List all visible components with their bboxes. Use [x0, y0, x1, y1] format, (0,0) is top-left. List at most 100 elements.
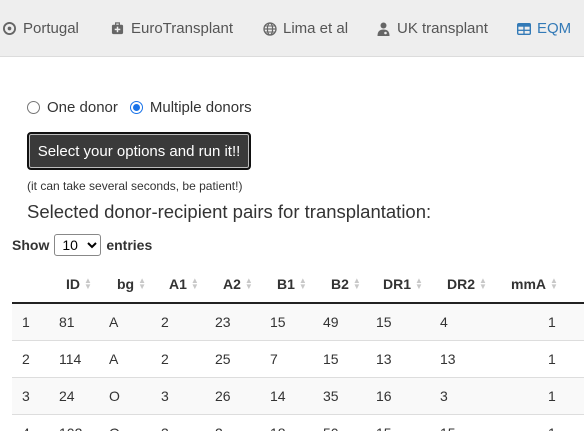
- table-row: 4 102 O 3 2 18 50 15 15 1: [12, 415, 584, 431]
- column-header-a1[interactable]: A1 ▲ ▼: [169, 276, 199, 292]
- tab-label: EuroTransplant: [131, 20, 233, 37]
- header-label: DR1: [383, 276, 412, 292]
- table-cell: 1: [22, 314, 30, 330]
- sort-icon: ▲ ▼: [479, 276, 487, 291]
- pairs-table: ID ▲ ▼ bg ▲ ▼ A1 ▲ ▼ A2 ▲ ▼ B1 ▲ ▼ B2 ▲ ▼ DR1 ▲ ▼ DR2 ▲…: [12, 266, 584, 431]
- table-icon: [516, 21, 531, 36]
- column-header-a2[interactable]: A2 ▲ ▼: [223, 276, 253, 292]
- sort-icon: ▲ ▼: [298, 276, 307, 291]
- column-header-id[interactable]: ID ▲ ▼: [66, 276, 92, 292]
- sort-icon: ▲ ▼: [190, 276, 199, 291]
- table-cell: 3: [161, 388, 169, 404]
- table-cell: 3: [440, 388, 448, 404]
- table-cell: 4: [440, 314, 448, 330]
- table-cell: 15: [270, 314, 286, 330]
- header-label: A2: [223, 276, 241, 292]
- column-header-b1[interactable]: B1 ▲ ▼: [277, 276, 307, 292]
- header-label: ID: [66, 276, 80, 292]
- table-cell: 13: [440, 351, 456, 367]
- column-header-dr2[interactable]: DR2 ▲ ▼: [447, 276, 487, 292]
- table-cell: A: [109, 351, 119, 367]
- navbar: Portugal EuroTransplant Lima et al UK tr…: [0, 0, 584, 57]
- table-cell: O: [109, 388, 120, 404]
- table-cell: 1: [548, 388, 556, 404]
- tab-eurotransplant[interactable]: EuroTransplant: [110, 0, 233, 57]
- table-row: 1 81 A 2 23 15 49 15 4 1: [12, 304, 584, 341]
- header-label: A1: [169, 276, 187, 292]
- sort-icon: ▲ ▼: [352, 276, 361, 291]
- table-cell: 3: [161, 425, 169, 431]
- radio-label: One donor: [47, 98, 118, 116]
- radio-multiple-donors[interactable]: Multiple donors: [129, 98, 252, 116]
- table-cell: 2: [22, 351, 30, 367]
- globe-icon: [262, 21, 277, 36]
- table-cell: A: [109, 314, 119, 330]
- column-header-mma[interactable]: mmA ▲ ▼: [511, 276, 558, 292]
- table-cell: 24: [59, 388, 75, 404]
- table-cell: 23: [215, 314, 231, 330]
- section-title: Selected donor-recipient pairs for trans…: [27, 201, 432, 222]
- table-cell: 16: [376, 388, 392, 404]
- table-cell: 50: [323, 425, 339, 431]
- header-label: bg: [117, 276, 135, 292]
- tab-lima[interactable]: Lima et al: [262, 0, 348, 57]
- show-label: Show: [12, 237, 50, 253]
- run-button[interactable]: Select your options and run it!!: [27, 132, 251, 170]
- table-cell: 2: [215, 425, 223, 431]
- tab-label: UK transplant: [397, 20, 488, 37]
- tab-portugal[interactable]: Portugal: [2, 0, 79, 57]
- radio-circle[interactable]: [27, 100, 40, 114]
- table-cell: 81: [59, 314, 75, 330]
- table-cell: 26: [215, 388, 231, 404]
- sort-icon: ▲ ▼: [415, 276, 423, 291]
- table-cell: 102: [59, 425, 82, 431]
- header-label: mmA: [511, 276, 547, 292]
- table-row: 2 114 A 2 25 7 15 13 13 1: [12, 341, 584, 378]
- entries-label: entries: [106, 237, 153, 253]
- table-cell: 2: [161, 351, 169, 367]
- column-header-bg[interactable]: bg ▲ ▼: [117, 276, 146, 292]
- table-cell: 1: [548, 314, 556, 330]
- table-cell: 15: [376, 314, 392, 330]
- column-header-dr1[interactable]: DR1 ▲ ▼: [383, 276, 423, 292]
- entries-length-control: Show 10 entries: [12, 233, 152, 257]
- table-cell: 49: [323, 314, 339, 330]
- tab-label: Portugal: [23, 20, 79, 37]
- table-cell: 14: [270, 388, 286, 404]
- table-cell: 15: [323, 351, 339, 367]
- radio-one-donor[interactable]: One donor: [27, 99, 118, 116]
- column-header-b2[interactable]: B2 ▲ ▼: [331, 276, 361, 292]
- table-cell: 35: [323, 388, 339, 404]
- tab-label: EQM: [537, 20, 572, 37]
- table-cell: 15: [440, 425, 456, 431]
- sort-icon: ▲ ▼: [244, 276, 253, 291]
- portugal-circle-icon: [2, 21, 17, 36]
- header-label: DR2: [447, 276, 476, 292]
- table-cell: 2: [161, 314, 169, 330]
- donor-mode-radio-group: One donor Multiple donors: [27, 96, 264, 118]
- tab-eqm[interactable]: EQM: [516, 0, 571, 57]
- header-label: B1: [277, 276, 295, 292]
- table-cell: 1: [548, 351, 556, 367]
- radio-label: Multiple donors: [149, 98, 252, 116]
- entries-select[interactable]: 10: [54, 234, 102, 256]
- table-cell: 13: [376, 351, 392, 367]
- table-cell: 3: [22, 388, 30, 404]
- table-cell: 4: [22, 425, 30, 431]
- table-cell: 1: [548, 425, 556, 431]
- table-cell: 25: [215, 351, 231, 367]
- table-cell: O: [109, 425, 120, 431]
- tab-uk-transplant[interactable]: UK transplant: [376, 0, 488, 57]
- sort-icon: ▲ ▼: [84, 276, 92, 291]
- radio-circle[interactable]: [129, 100, 143, 114]
- table-cell: 114: [59, 351, 82, 367]
- sort-icon: ▲ ▼: [550, 276, 558, 291]
- header-label: B2: [331, 276, 349, 292]
- table-header: ID ▲ ▼ bg ▲ ▼ A1 ▲ ▼ A2 ▲ ▼ B1 ▲ ▼ B2 ▲ ▼ DR1 ▲ ▼ DR2 ▲…: [12, 266, 584, 304]
- sort-icon: ▲ ▼: [138, 276, 147, 291]
- user-doctor-icon: [376, 21, 391, 36]
- tab-label: Lima et al: [283, 20, 349, 37]
- table-cell: 18: [270, 425, 286, 431]
- medkit-icon: [110, 21, 125, 36]
- table-row: 3 24 O 3 26 14 35 16 3 1: [12, 378, 584, 415]
